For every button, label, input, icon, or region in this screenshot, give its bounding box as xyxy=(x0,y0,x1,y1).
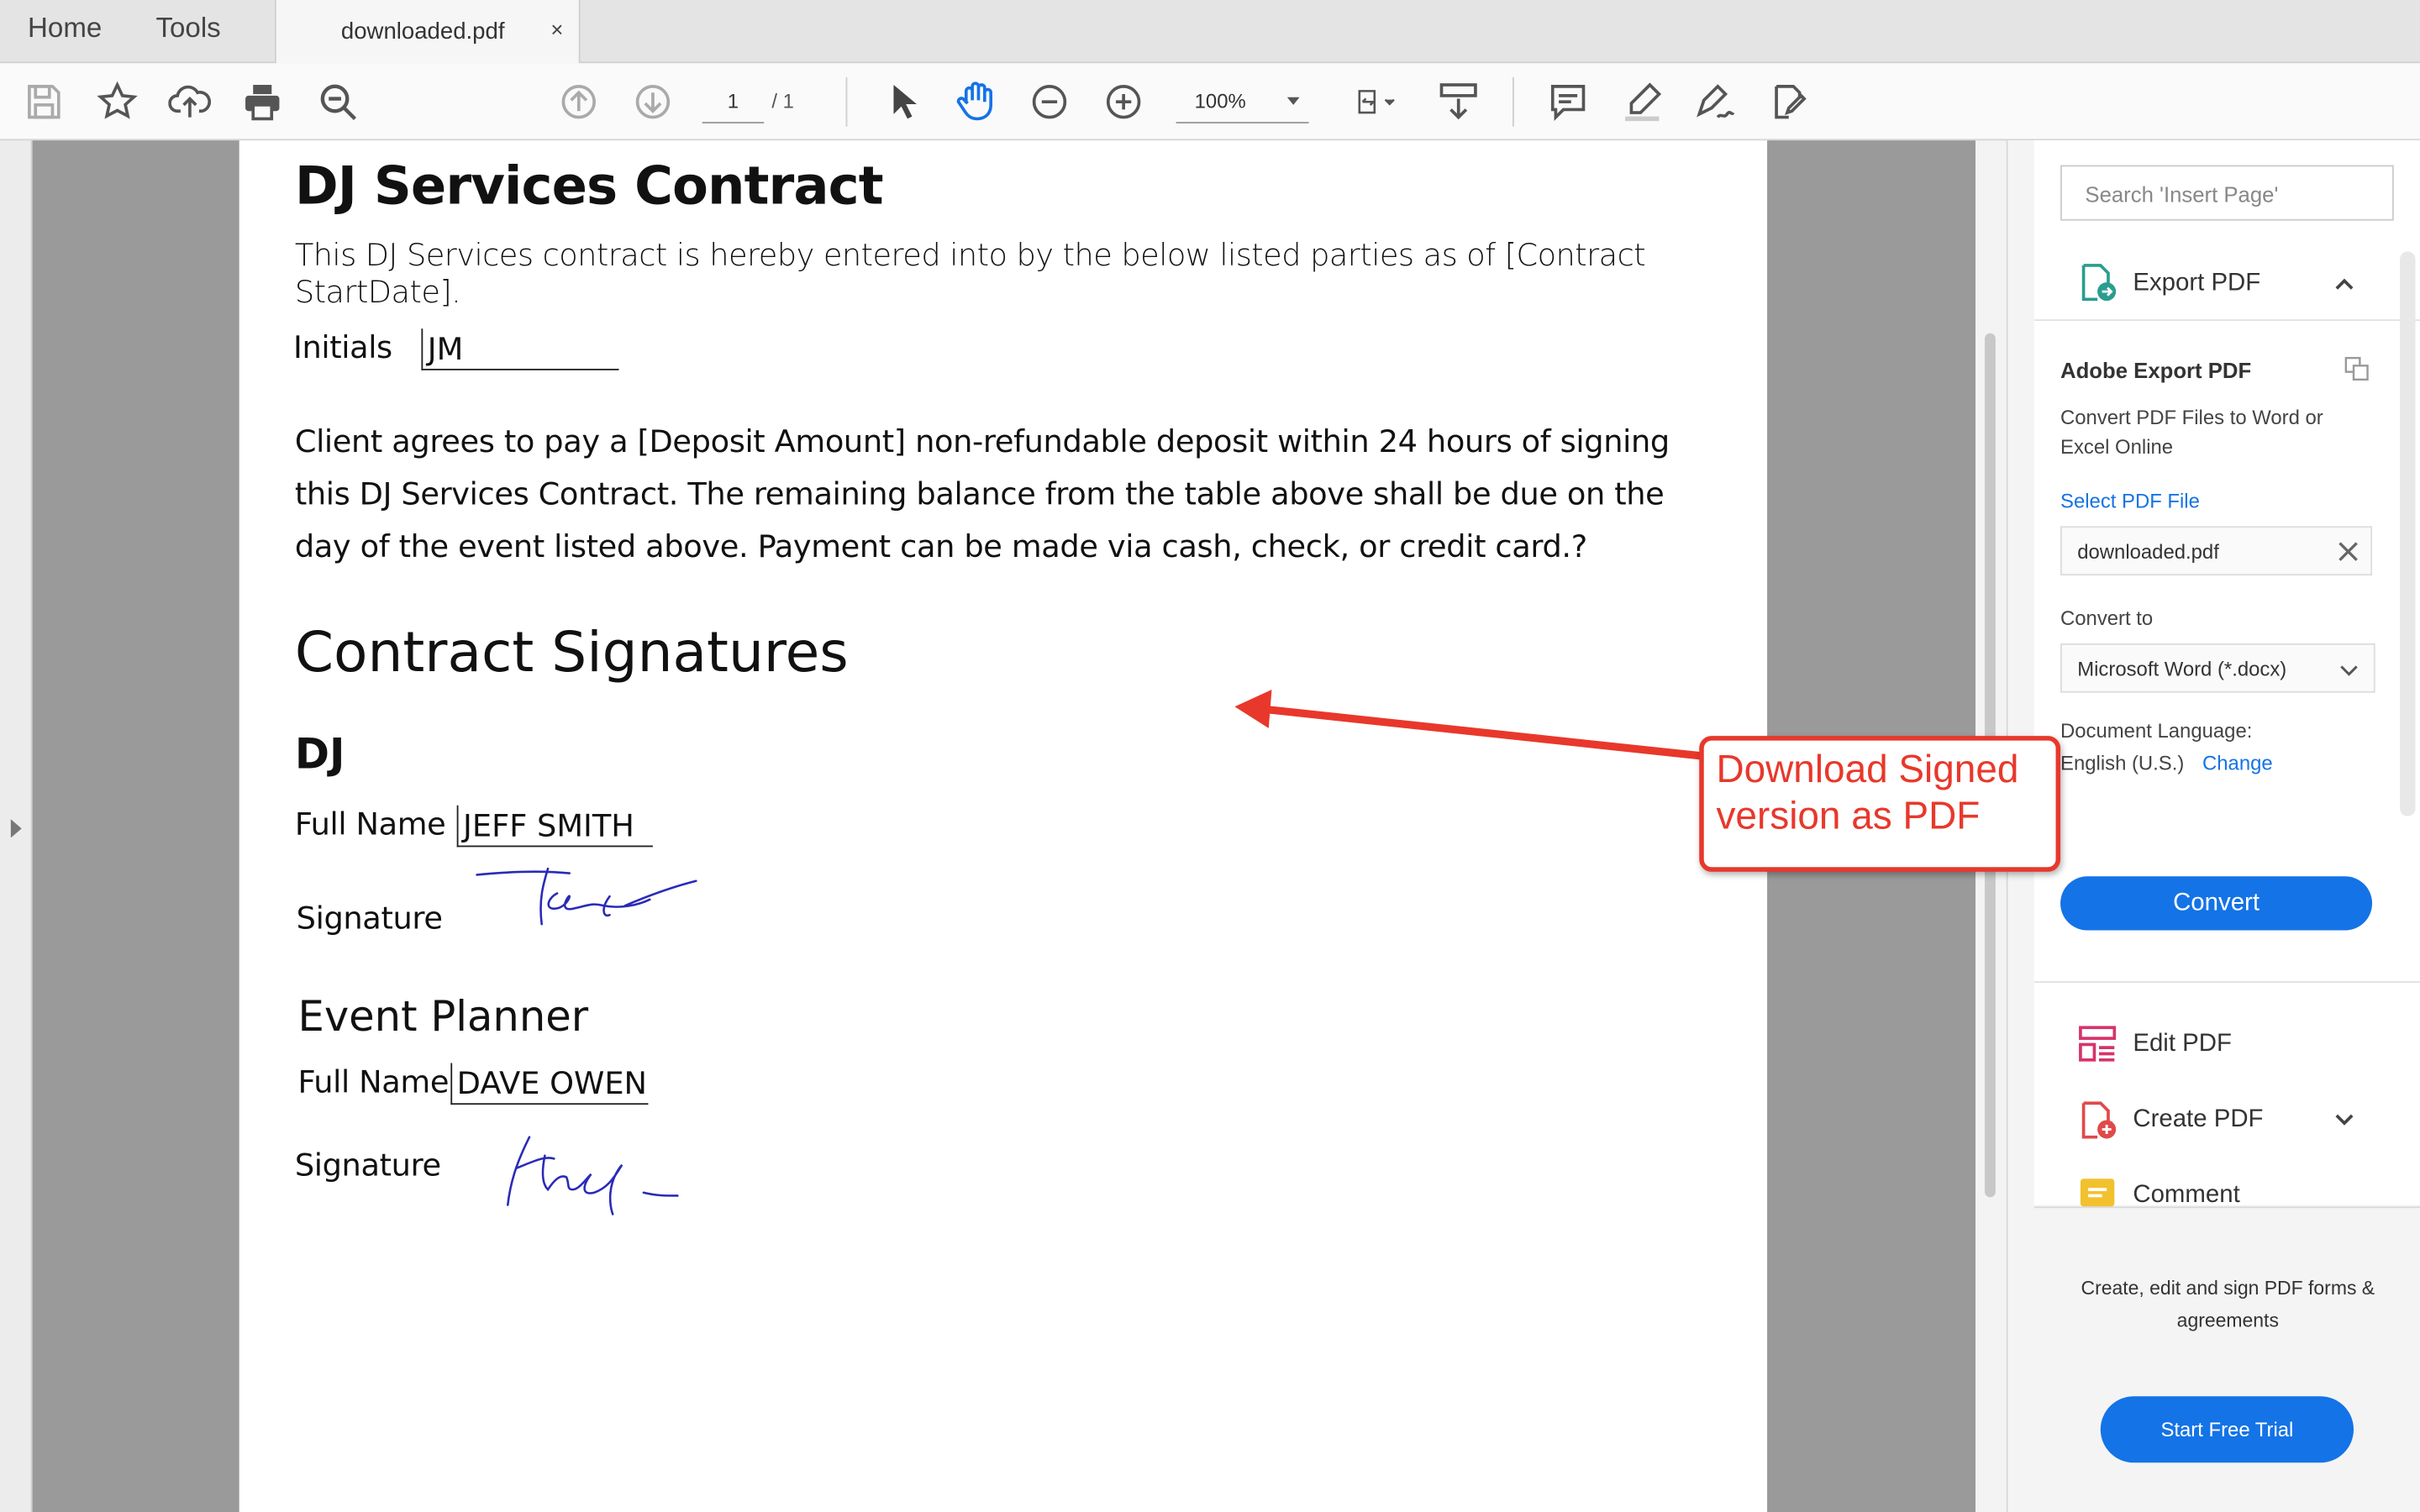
planner-full-name-label: Full Name xyxy=(297,1063,450,1100)
pdf-page: DJ Services Contract This DJ Services co… xyxy=(239,140,1768,1512)
planner-signature-image[interactable] xyxy=(498,1128,692,1218)
sign-pen-icon[interactable] xyxy=(1693,81,1736,123)
remove-file-icon[interactable] xyxy=(2338,542,2359,562)
planner-signature-label: Signature xyxy=(294,1146,441,1184)
fill-sign-icon[interactable] xyxy=(1767,81,1810,123)
page-down-icon[interactable] xyxy=(631,81,674,123)
chevron-down-icon[interactable] xyxy=(2333,1110,2355,1131)
scroll-mode-icon[interactable] xyxy=(1437,81,1480,123)
search-zoom-icon[interactable] xyxy=(317,81,360,123)
page-fit-icon[interactable] xyxy=(1346,81,1407,123)
callout-text: Download Signed version as PDF xyxy=(1716,748,2019,838)
dj-full-name-label: Full Name xyxy=(294,805,446,843)
promo-text: Create, edit and sign PDF forms & agreem… xyxy=(2081,1277,2375,1332)
comment-icon[interactable] xyxy=(1546,81,1589,123)
planner-heading: Event Planner xyxy=(297,993,589,1042)
change-language-link[interactable]: Change xyxy=(2202,751,2273,774)
section-divider xyxy=(2033,981,2420,983)
print-icon[interactable] xyxy=(241,81,284,123)
page-up-icon[interactable] xyxy=(557,81,600,123)
export-description: Convert PDF Files to Word or Excel Onlin… xyxy=(2060,406,2323,459)
info-copy-icon[interactable] xyxy=(2344,356,2369,381)
chevron-up-icon[interactable] xyxy=(2333,273,2355,295)
convert-to-label: Convert to xyxy=(2060,606,2154,630)
document-language-value: English (U.S.) xyxy=(2060,751,2185,775)
tool-create-pdf[interactable]: Create PDF xyxy=(2133,1106,2263,1134)
zoom-level-value: 100% xyxy=(1194,89,1246,113)
adobe-export-heading: Adobe Export PDF xyxy=(2060,358,2252,383)
selected-file-field: downloaded.pdf xyxy=(2060,526,2373,576)
section-divider xyxy=(2033,319,2420,322)
select-pointer-icon[interactable] xyxy=(881,81,924,123)
start-free-trial-button[interactable]: Start Free Trial xyxy=(2100,1396,2354,1463)
tool-comment[interactable]: Comment xyxy=(2133,1182,2239,1210)
signatures-heading: Contract Signatures xyxy=(294,622,849,685)
toolbar: 1 / 1 100% xyxy=(0,63,2420,141)
zoom-in-icon[interactable] xyxy=(1102,81,1144,123)
acrobat-window: Home Tools downloaded.pdf × 1 / 1 100% D… xyxy=(0,0,2420,1512)
initials-label: Initials xyxy=(292,328,392,366)
select-pdf-file-link[interactable]: Select PDF File xyxy=(2060,489,2200,512)
close-tab-icon[interactable]: × xyxy=(550,17,563,41)
tool-edit-pdf[interactable]: Edit PDF xyxy=(2133,1031,2232,1058)
dj-full-name-field[interactable]: JEFF SMITH xyxy=(456,805,653,848)
format-select[interactable]: Microsoft Word (*.docx) xyxy=(2060,643,2375,693)
chevron-down-icon xyxy=(1286,97,1300,105)
edit-pdf-icon xyxy=(2079,1026,2117,1062)
dj-signature-label: Signature xyxy=(296,899,443,937)
dj-signature-image[interactable] xyxy=(471,863,702,940)
tab-home[interactable]: Home xyxy=(28,13,102,45)
zoom-out-icon[interactable] xyxy=(1028,81,1071,123)
intro-text: This DJ Services contract is hereby ente… xyxy=(294,236,1646,311)
highlight-pen-icon[interactable] xyxy=(1621,81,1664,123)
export-panel: Search 'Insert Page' Export PDF Adobe Ex… xyxy=(2033,140,2420,1208)
search-input[interactable]: Search 'Insert Page' xyxy=(2060,165,2394,221)
upload-cloud-icon[interactable] xyxy=(168,81,211,123)
tools-sidebar: Search 'Insert Page' Export PDF Adobe Ex… xyxy=(2006,140,2420,1512)
document-tab-label: downloaded.pdf xyxy=(340,18,505,45)
tab-bar: Home Tools downloaded.pdf × xyxy=(0,0,2420,64)
export-pdf-title[interactable]: Export PDF xyxy=(2133,270,2260,297)
format-select-value: Microsoft Word (*.docx) xyxy=(2077,657,2287,680)
page-total: / 1 xyxy=(771,89,794,113)
expand-left-pane-icon[interactable] xyxy=(10,819,22,838)
hand-tool-icon[interactable] xyxy=(954,81,997,123)
tab-document[interactable]: downloaded.pdf × xyxy=(274,0,581,64)
create-pdf-icon xyxy=(2081,1101,2117,1139)
toolbar-divider xyxy=(1512,76,1514,127)
tab-tools[interactable]: Tools xyxy=(156,13,221,45)
chevron-down-icon xyxy=(2340,665,2358,676)
sidebar-scrollbar[interactable] xyxy=(2400,251,2416,816)
initials-field[interactable]: JM xyxy=(421,328,619,370)
save-icon[interactable] xyxy=(22,81,65,123)
export-pdf-icon xyxy=(2081,264,2117,302)
planner-full-name-field[interactable]: DAVE OWEN xyxy=(450,1063,649,1105)
zoom-level-select[interactable]: 100% xyxy=(1176,81,1309,123)
promo-panel: Create, edit and sign PDF forms & agreem… xyxy=(2033,1206,2420,1512)
bookmark-star-icon[interactable] xyxy=(96,81,139,123)
payment-paragraph: Client agrees to pay a [Deposit Amount] … xyxy=(294,423,1670,565)
document-language-label: Document Language: xyxy=(2060,718,2253,743)
document-title: DJ Services Contract xyxy=(294,155,884,218)
toolbar-divider xyxy=(845,76,848,127)
dj-heading: DJ xyxy=(294,731,345,780)
page-number-input[interactable]: 1 xyxy=(702,81,765,123)
left-pane-collapsed xyxy=(0,140,33,1512)
selected-file-name: downloaded.pdf xyxy=(2077,539,2219,564)
annotation-callout: Download Signed version as PDF xyxy=(1699,736,2061,872)
convert-button[interactable]: Convert xyxy=(2060,876,2373,931)
